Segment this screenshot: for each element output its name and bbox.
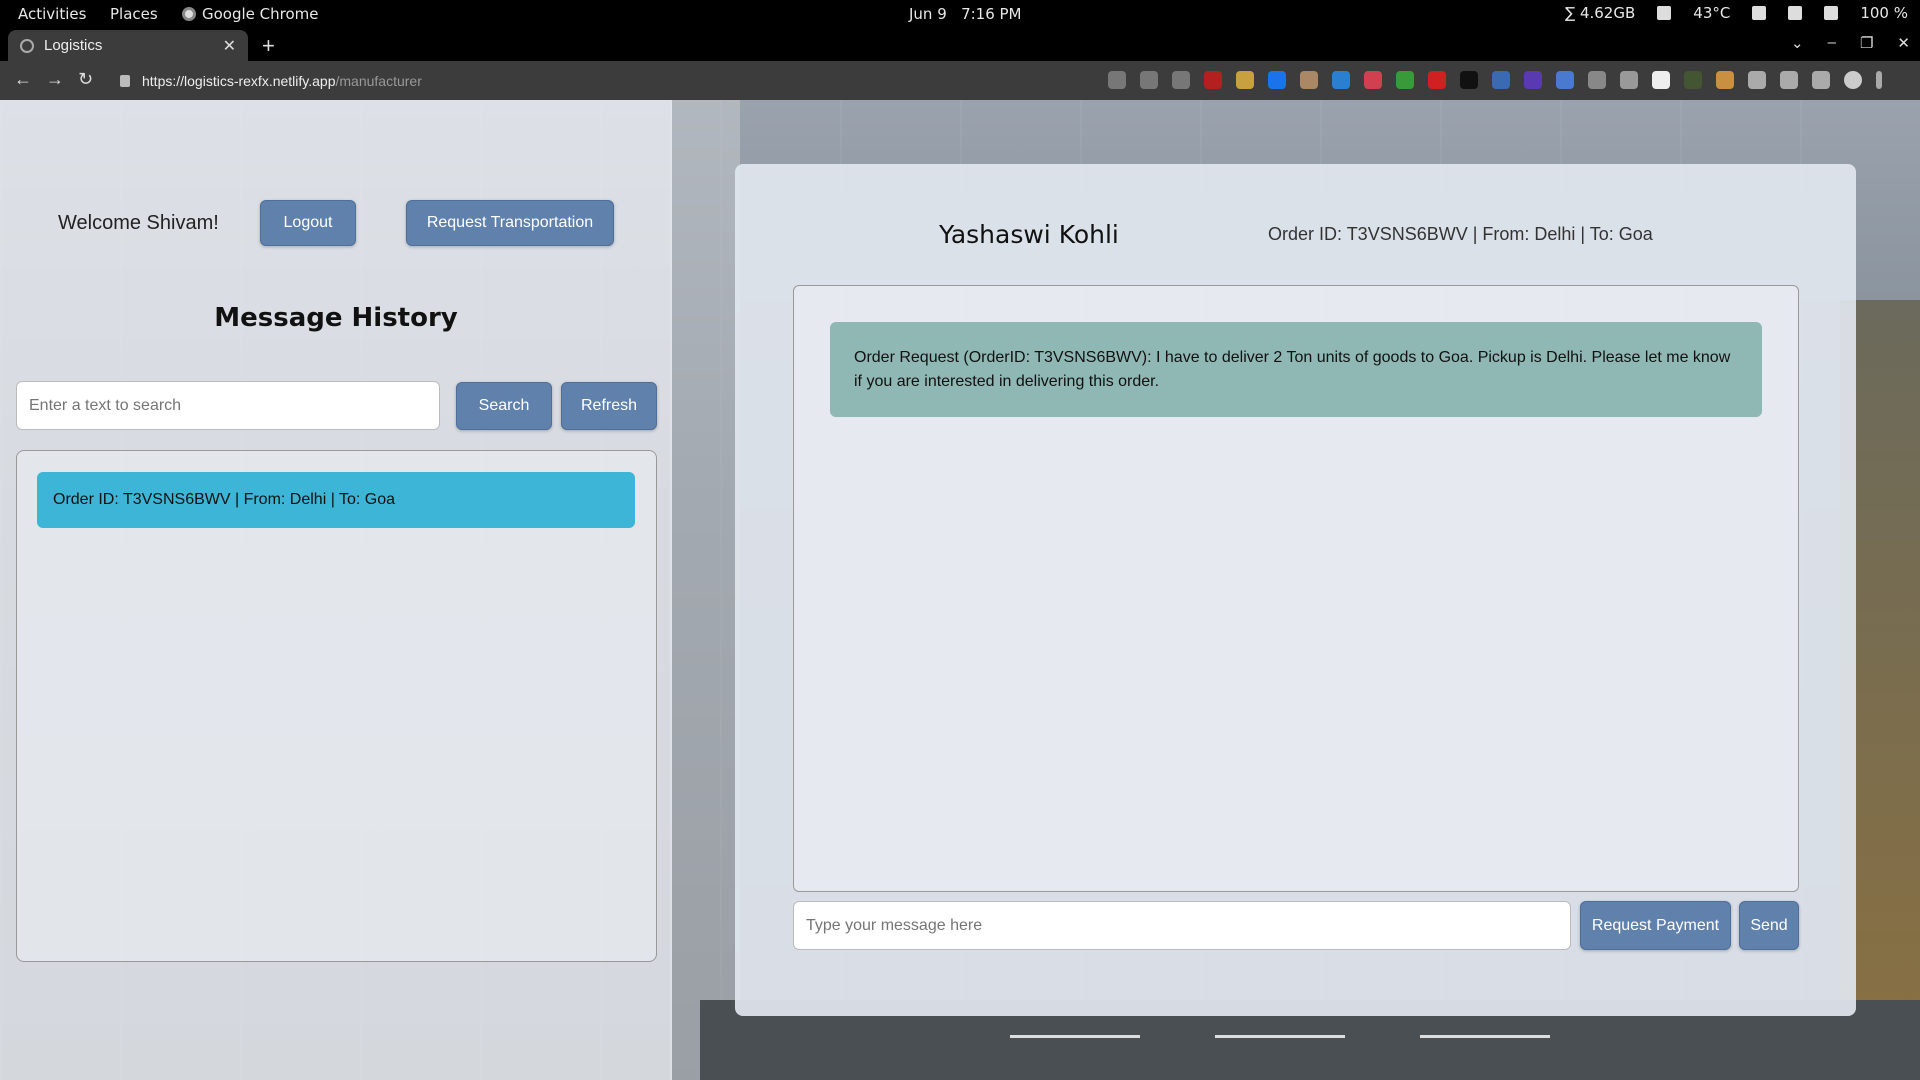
extension-icon[interactable] — [1620, 71, 1638, 89]
chat-contact-name: Yashaswi Kohli — [939, 220, 1119, 249]
extension-icon[interactable] — [1268, 71, 1286, 89]
minimize-icon[interactable]: – — [1828, 34, 1836, 52]
message-input[interactable] — [793, 901, 1571, 950]
background-road — [670, 100, 740, 1080]
chat-panel: Yashaswi Kohli Order ID: T3VSNS6BWV | Fr… — [735, 164, 1856, 1016]
forward-icon[interactable]: → — [46, 69, 64, 90]
date-text: Jun 9 — [909, 5, 947, 23]
extension-icon[interactable] — [1428, 71, 1446, 89]
extension-icon[interactable] — [1396, 71, 1414, 89]
tab-strip: Logistics ✕ + ⌄ – ❐ ✕ — [0, 27, 1920, 61]
chrome-icon — [182, 7, 196, 21]
extension-icon[interactable] — [1716, 71, 1734, 89]
close-tab-icon[interactable]: ✕ — [223, 36, 236, 56]
translate-icon[interactable] — [1556, 71, 1574, 89]
bluetooth-icon — [1788, 6, 1803, 20]
places-menu[interactable]: Places — [110, 5, 158, 23]
extensions-area — [1108, 71, 1882, 89]
clock[interactable]: Jun 9 7:16 PM — [909, 5, 1022, 23]
lane-marking — [1420, 1035, 1550, 1038]
puzzle-icon[interactable] — [1748, 71, 1766, 89]
globe-icon — [20, 38, 34, 53]
extension-icon[interactable] — [1236, 71, 1254, 89]
address-bar[interactable]: https://logistics-rexfx.netlify.app /man… — [108, 66, 1208, 95]
wifi-icon — [1752, 6, 1767, 20]
youtube-icon[interactable] — [1460, 71, 1478, 89]
os-top-bar: Activities Places Google Chrome Jun 9 7:… — [0, 0, 1920, 27]
clipboard-icon[interactable] — [1657, 6, 1672, 20]
extension-icon[interactable] — [1684, 71, 1702, 89]
extension-icon[interactable] — [1332, 71, 1350, 89]
tab-search-icon[interactable]: ⌄ — [1791, 34, 1804, 52]
history-item[interactable]: Order ID: T3VSNS6BWV | From: Delhi | To:… — [37, 472, 635, 528]
message-history-title: Message History — [214, 303, 458, 333]
url-host: https://logistics-rexfx.netlify.app — [142, 72, 336, 89]
react-icon[interactable] — [1492, 71, 1510, 89]
refresh-button[interactable]: Refresh — [561, 382, 657, 430]
time-text: 7:16 PM — [961, 5, 1022, 23]
reading-list-icon[interactable] — [1780, 71, 1798, 89]
reload-icon[interactable]: ↻ — [78, 69, 93, 90]
window-controls: ⌄ – ❐ ✕ — [1791, 34, 1910, 52]
request-payment-button[interactable]: Request Payment — [1580, 901, 1731, 950]
lane-marking — [1010, 1035, 1140, 1038]
left-panel: Welcome Shivam! Logout Request Transport… — [0, 100, 672, 1080]
search-input[interactable] — [16, 381, 440, 430]
send-button[interactable]: Send — [1739, 901, 1799, 950]
profile-avatar[interactable] — [1844, 71, 1862, 89]
back-icon[interactable]: ← — [14, 69, 32, 90]
system-tray[interactable]: ∑ 4.62GB 43°C 100 % — [1565, 4, 1908, 22]
url-path: /manufacturer — [335, 72, 422, 89]
app-name: Google Chrome — [202, 5, 319, 23]
tab-title: Logistics — [44, 37, 103, 54]
browser-toolbar: ← → ↻ https://logistics-rexfx.netlify.ap… — [0, 61, 1920, 100]
side-panel-icon[interactable] — [1812, 71, 1830, 89]
extension-icon[interactable] — [1588, 71, 1606, 89]
battery-indicator: 100 % — [1860, 4, 1908, 22]
close-window-icon[interactable]: ✕ — [1897, 34, 1910, 52]
extension-icon[interactable] — [1652, 71, 1670, 89]
search-button[interactable]: Search — [456, 382, 552, 430]
extension-icon[interactable] — [1524, 71, 1542, 89]
ublock-icon[interactable] — [1204, 71, 1222, 89]
message-bubble: Order Request (OrderID: T3VSNS6BWV): I h… — [830, 322, 1762, 417]
chat-order-info: Order ID: T3VSNS6BWV | From: Delhi | To:… — [1268, 224, 1653, 244]
pocket-icon[interactable] — [1364, 71, 1382, 89]
activities-button[interactable]: Activities — [18, 5, 86, 23]
tab-logistics[interactable]: Logistics ✕ — [8, 30, 248, 61]
maximize-icon[interactable]: ❐ — [1860, 34, 1873, 52]
page-background: Welcome Shivam! Logout Request Transport… — [0, 100, 1920, 1080]
temperature-indicator: 43°C — [1693, 4, 1731, 22]
volume-icon — [1824, 6, 1839, 20]
share-icon[interactable] — [1140, 71, 1158, 89]
star-icon[interactable] — [1172, 71, 1190, 89]
kebab-menu-icon[interactable] — [1876, 71, 1882, 89]
chat-messages: Order Request (OrderID: T3VSNS6BWV): I h… — [793, 285, 1799, 892]
app-menu[interactable]: Google Chrome — [182, 5, 319, 23]
request-transportation-button[interactable]: Request Transportation — [406, 200, 614, 246]
message-history-list: Order ID: T3VSNS6BWV | From: Delhi | To:… — [16, 450, 657, 962]
extension-icon[interactable] — [1300, 71, 1318, 89]
key-icon[interactable] — [1108, 71, 1126, 89]
logout-button[interactable]: Logout — [260, 200, 356, 246]
welcome-text: Welcome Shivam! — [58, 212, 219, 234]
memory-indicator: ∑ 4.62GB — [1565, 4, 1636, 22]
lock-icon[interactable] — [120, 74, 130, 87]
lane-marking — [1215, 1035, 1345, 1038]
new-tab-icon[interactable]: + — [262, 33, 275, 59]
